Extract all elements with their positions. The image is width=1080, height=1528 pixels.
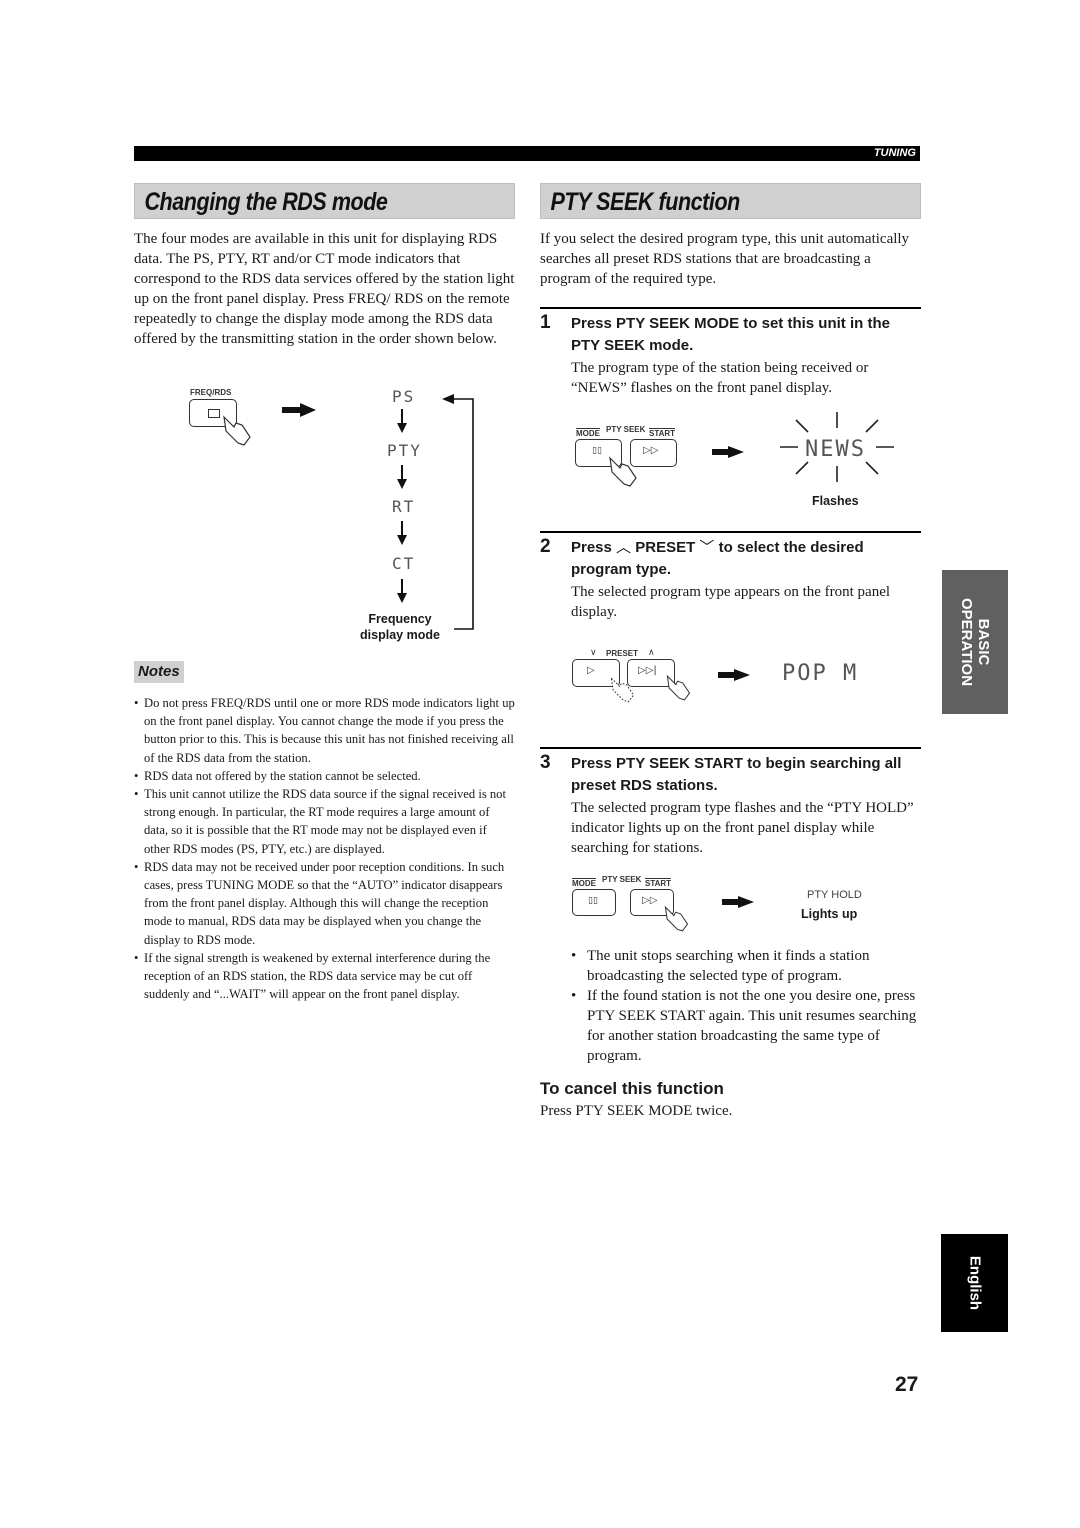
loop-back-arrow bbox=[442, 394, 474, 630]
pty-hold-indicator: PTY HOLD bbox=[807, 889, 862, 901]
start-label: START bbox=[649, 428, 676, 438]
news-display: NEWS bbox=[805, 437, 866, 462]
rds-mode-diagram: FREQ/RDS PS PTY RT CT Frequency display … bbox=[180, 385, 480, 645]
pty-seek-label: PTY SEEK bbox=[602, 875, 642, 884]
side-tab-basic-operation[interactable]: BASIC OPERATION bbox=[942, 570, 1008, 714]
step-description: The selected program type flashes and th… bbox=[571, 800, 914, 856]
section-title: Changing the RDS mode bbox=[144, 188, 388, 216]
section-title: PTY SEEK function bbox=[550, 188, 740, 216]
dotted-hand-icon bbox=[610, 676, 635, 703]
flashes-caption: Flashes bbox=[812, 494, 859, 508]
pause-icon: ▯▯ bbox=[592, 446, 602, 456]
pressing-hand-icon bbox=[609, 456, 637, 487]
language-label: English bbox=[966, 1255, 983, 1311]
lights-up-caption: Lights up bbox=[801, 907, 858, 921]
mode-label: MODE bbox=[572, 878, 596, 888]
arrow-right-icon bbox=[718, 669, 750, 681]
chapter-label: TUNING bbox=[873, 147, 916, 159]
arrow-right-icon bbox=[282, 403, 316, 417]
pty-seek-mode-button[interactable]: ▯▯ bbox=[572, 889, 616, 916]
step-title: Press PTY SEEK START to begin searching … bbox=[571, 755, 902, 794]
start-label: START bbox=[645, 878, 672, 888]
play-icon: ▷ bbox=[587, 665, 595, 676]
note-item: RDS data not offered by the station cann… bbox=[134, 767, 515, 785]
side-tab-label: BASIC OPERATION bbox=[958, 597, 992, 687]
pty-seek-label: PTY SEEK bbox=[606, 425, 646, 434]
mode-ct: CT bbox=[392, 554, 416, 573]
step-title: Press ︿ PRESET ﹀ to select the desired p… bbox=[571, 539, 864, 578]
mode-rt: RT bbox=[392, 497, 416, 516]
note-item: Do not press FREQ/RDS until one or more … bbox=[134, 694, 515, 767]
page-number: 27 bbox=[895, 1373, 919, 1396]
note-item: This unit cannot utilize the RDS data so… bbox=[134, 785, 515, 858]
pressing-hand-icon bbox=[666, 674, 691, 701]
bullet-item: If the found station is not the one you … bbox=[571, 986, 921, 1066]
step3-figure: MODE PTY SEEK START ▯▯ ▷▷ PTY HOLD Light… bbox=[570, 872, 890, 937]
step-title: Press PTY SEEK MODE to set this unit in … bbox=[571, 315, 890, 354]
pressing-hand-icon bbox=[664, 905, 689, 932]
frequency-mode-label: Frequency display mode bbox=[360, 612, 440, 642]
note-item: If the signal strength is weakened by ex… bbox=[134, 949, 515, 1004]
step-number: 3 bbox=[540, 752, 551, 773]
step-description: The selected program type appears on the… bbox=[571, 584, 891, 620]
step2-figure: ∨ PRESET ∧ ▷ ▷▷| POP M bbox=[570, 645, 890, 705]
step-number: 1 bbox=[540, 312, 551, 333]
step-divider bbox=[540, 531, 921, 533]
step-number: 2 bbox=[540, 536, 551, 557]
preset-label: PRESET bbox=[606, 649, 639, 658]
step-description: The program type of the station being re… bbox=[571, 360, 869, 396]
step-divider bbox=[540, 307, 921, 309]
notes-label: Notes bbox=[134, 661, 184, 683]
rds-intro-paragraph: The four modes are available in this uni… bbox=[134, 231, 515, 347]
chevron-up-icon: ∧ bbox=[648, 647, 655, 657]
arrow-down-icon bbox=[397, 579, 407, 603]
section-header-rds-mode: Changing the RDS mode bbox=[134, 183, 515, 219]
button-square-icon bbox=[208, 409, 220, 418]
cancel-heading: To cancel this function bbox=[540, 1079, 724, 1098]
arrow-down-icon bbox=[397, 409, 407, 433]
pop-m-display: POP M bbox=[782, 661, 859, 686]
chapter-bar: TUNING bbox=[134, 146, 920, 161]
step-divider bbox=[540, 747, 921, 749]
pty-intro-paragraph: If you select the desired program type, … bbox=[540, 231, 910, 287]
freq-rds-label: FREQ/RDS bbox=[190, 388, 232, 397]
mode-ps: PS bbox=[392, 387, 416, 406]
step1-figure: MODE PTY SEEK START ▯▯ ▷▷ NEWS Flashes bbox=[570, 412, 910, 515]
step-bullets: The unit stops searching when it finds a… bbox=[571, 946, 921, 1066]
cancel-text: Press PTY SEEK MODE twice. bbox=[540, 1103, 733, 1119]
arrow-right-icon bbox=[712, 446, 744, 458]
pressing-hand-icon bbox=[223, 415, 251, 446]
forward-icon: ▷▷ bbox=[642, 895, 658, 906]
bullet-item: The unit stops searching when it finds a… bbox=[571, 946, 921, 986]
chevron-up-icon: ︿ bbox=[616, 539, 632, 556]
arrow-down-icon bbox=[397, 521, 407, 545]
pause-icon: ▯▯ bbox=[588, 896, 598, 906]
chevron-down-icon: ∨ bbox=[590, 647, 597, 657]
arrow-down-icon bbox=[397, 465, 407, 489]
notes-list: Do not press FREQ/RDS until one or more … bbox=[134, 694, 515, 1003]
arrow-right-icon bbox=[722, 896, 754, 908]
mode-pty: PTY bbox=[387, 441, 422, 460]
chevron-down-icon: ﹀ bbox=[699, 539, 715, 556]
side-tab-language[interactable]: English bbox=[941, 1234, 1008, 1332]
section-header-pty-seek: PTY SEEK function bbox=[540, 183, 921, 219]
note-item: RDS data may not be received under poor … bbox=[134, 858, 515, 949]
mode-label: MODE bbox=[576, 428, 600, 438]
